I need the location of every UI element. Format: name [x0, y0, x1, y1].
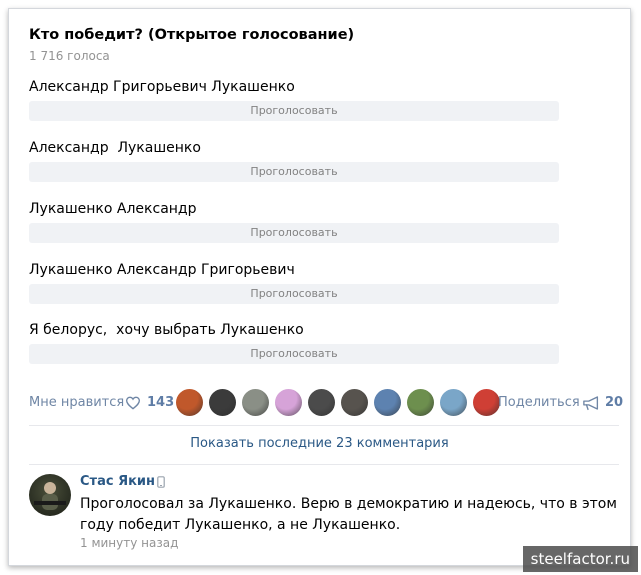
heart-icon[interactable]: [125, 395, 141, 411]
poll-option-label: Я белорус, хочу выбрать Лукашенко: [29, 322, 304, 338]
avatar-photo: [34, 482, 66, 510]
poll-option-label: Лукашенко Александр Григорьевич: [29, 262, 295, 278]
poll-option-label: Лукашенко Александр: [29, 201, 197, 217]
divider: [29, 464, 619, 465]
like-count[interactable]: 143: [147, 395, 174, 410]
avatar[interactable]: [473, 389, 500, 416]
vote-button[interactable]: Проголосовать: [29, 223, 559, 243]
vote-button[interactable]: Проголосовать: [29, 162, 559, 182]
share-button[interactable]: Поделиться: [498, 395, 580, 410]
comment-timestamp[interactable]: 1 минуту назад: [80, 536, 178, 550]
like-button[interactable]: Мне нравится: [29, 395, 124, 410]
megaphone-icon[interactable]: [582, 395, 600, 411]
poll-vote-count: 1 716 голоса: [29, 49, 110, 63]
avatar[interactable]: [176, 389, 203, 416]
poll-title: Кто победит? (Открытое голосование): [29, 27, 355, 43]
avatar[interactable]: [308, 389, 335, 416]
comment-author[interactable]: Стас Якин: [80, 474, 155, 489]
site-watermark: steelfactor.ru: [522, 546, 638, 572]
avatar[interactable]: [407, 389, 434, 416]
share-count[interactable]: 20: [605, 395, 623, 410]
divider: [29, 425, 619, 426]
vote-button[interactable]: Проголосовать: [29, 344, 559, 364]
vote-button[interactable]: Проголосовать: [29, 101, 559, 121]
avatar[interactable]: [341, 389, 368, 416]
poll-option-label: Александр Григорьевич Лукашенко: [29, 79, 295, 95]
poll-option-label: Александр Лукашенко: [29, 140, 201, 156]
avatar[interactable]: [440, 389, 467, 416]
reactions-bar: Мне нравится 143 Поделиться 20: [9, 388, 630, 418]
comment-avatar[interactable]: [29, 474, 71, 516]
avatar[interactable]: [374, 389, 401, 416]
avatar[interactable]: [242, 389, 269, 416]
comment-text: Проголосовал за Лукашенко. Верю в демокр…: [80, 496, 617, 533]
avatar[interactable]: [209, 389, 236, 416]
avatar[interactable]: [275, 389, 302, 416]
post-card: Кто победит? (Открытое голосование) 1 71…: [8, 8, 631, 566]
vote-button[interactable]: Проголосовать: [29, 284, 559, 304]
phone-icon: [157, 476, 165, 488]
show-comments-link[interactable]: Показать последние 23 комментария: [9, 436, 630, 451]
